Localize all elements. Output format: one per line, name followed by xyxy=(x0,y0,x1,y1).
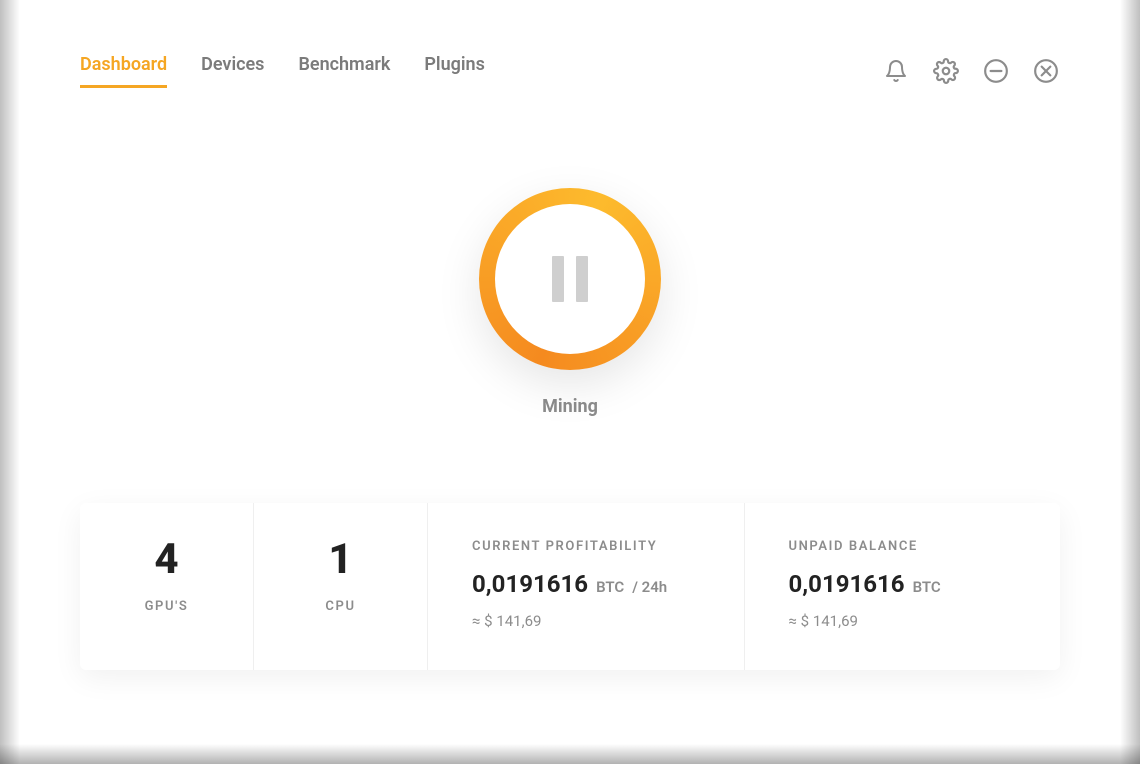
stats-panel: 4 GPU'S 1 CPU CURRENT PROFITABILITY 0,01… xyxy=(80,503,1060,670)
stat-value: 1 xyxy=(298,539,383,581)
stat-label: CPU xyxy=(298,599,383,614)
stat-cpu: 1 CPU xyxy=(254,503,428,670)
stat-unit: BTC xyxy=(596,578,624,596)
window-controls xyxy=(882,57,1060,85)
nav-tabs: Dashboard Devices Benchmark Plugins xyxy=(80,54,485,88)
tab-dashboard[interactable]: Dashboard xyxy=(80,54,167,88)
top-bar: Dashboard Devices Benchmark Plugins xyxy=(80,54,1060,88)
stat-approx: ≈ $ 141,69 xyxy=(789,612,1017,630)
mining-status-label: Mining xyxy=(542,396,598,417)
stat-value-line: 0,0191616 BTC / 24h xyxy=(472,570,700,598)
gear-icon[interactable] xyxy=(932,57,960,85)
stat-section-label: CURRENT PROFITABILITY xyxy=(472,539,700,554)
pause-icon xyxy=(552,256,588,302)
stat-balance: UNPAID BALANCE 0,0191616 BTC ≈ $ 141,69 xyxy=(745,503,1061,670)
stat-value: 0,0191616 xyxy=(789,570,905,598)
mining-status-area: Mining xyxy=(80,188,1060,417)
tab-benchmark[interactable]: Benchmark xyxy=(298,54,390,88)
stat-section-label: UNPAID BALANCE xyxy=(789,539,1017,554)
bell-icon[interactable] xyxy=(882,57,910,85)
stat-value-line: 0,0191616 BTC xyxy=(789,570,1017,598)
minimize-icon[interactable] xyxy=(982,57,1010,85)
close-icon[interactable] xyxy=(1032,57,1060,85)
stat-approx: ≈ $ 141,69 xyxy=(472,612,700,630)
stat-gpus: 4 GPU'S xyxy=(80,503,254,670)
stat-profitability: CURRENT PROFITABILITY 0,0191616 BTC / 24… xyxy=(428,503,745,670)
stat-per: / 24h xyxy=(632,578,667,596)
stat-unit: BTC xyxy=(913,578,941,596)
mining-toggle-button[interactable] xyxy=(479,188,661,370)
stat-label: GPU'S xyxy=(124,599,209,614)
stat-value: 0,0191616 xyxy=(472,570,588,598)
tab-label: Devices xyxy=(201,54,264,75)
tab-label: Benchmark xyxy=(298,54,390,75)
tab-devices[interactable]: Devices xyxy=(201,54,264,88)
stat-value: 4 xyxy=(124,539,209,581)
app-window: Dashboard Devices Benchmark Plugins xyxy=(18,0,1122,764)
tab-label: Dashboard xyxy=(80,54,167,75)
tab-label: Plugins xyxy=(424,54,485,75)
tab-plugins[interactable]: Plugins xyxy=(424,54,485,88)
